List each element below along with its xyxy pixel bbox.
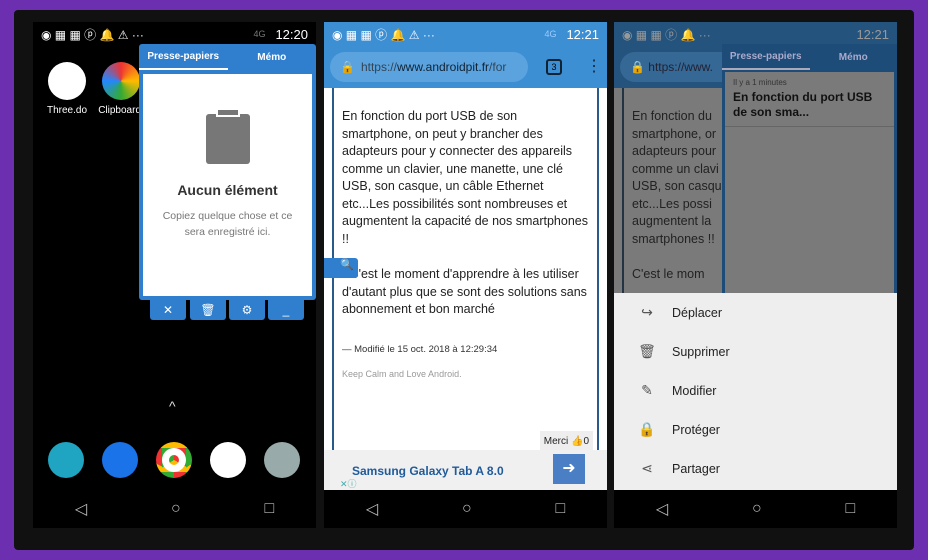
screen-clip-actions: ◉ ▦ ▦ ⓟ 🔔 ··· 12:21 🔒 https://www. En fon… bbox=[614, 22, 897, 528]
browser-toolbar: 🔒 https://www.androidpit.fr/for 3 ⋮ bbox=[324, 46, 607, 88]
paragraph: C'est le moment d'apprendre à les utilis… bbox=[342, 267, 587, 316]
home-icon[interactable]: ○ bbox=[171, 500, 181, 518]
arrow-right-icon[interactable]: ➜ bbox=[553, 454, 585, 484]
ad-banner[interactable]: Samsung Galaxy Tab A 8.0 ➜ ✕ⓘ bbox=[324, 450, 607, 490]
photos-icon[interactable] bbox=[210, 442, 246, 478]
share-icon: ⋖ bbox=[641, 460, 653, 476]
empty-title: Aucun élément bbox=[177, 182, 278, 198]
status-bar: ◉ ▦ ▦ ⓟ 🔔 ⚠ ··· 4G 12:21 bbox=[324, 22, 607, 46]
modified-date: — Modifié le 15 oct. 2018 à 12:29:34 bbox=[342, 343, 498, 355]
app-label: Three.do bbox=[46, 105, 88, 116]
action-label: Déplacer bbox=[672, 305, 723, 320]
action-protect[interactable]: 🔒 Protéger bbox=[614, 410, 897, 449]
paragraph: En fonction du port USB de son smartphon… bbox=[342, 109, 588, 246]
settings-button[interactable]: ⚙ bbox=[229, 300, 265, 320]
url-domain: www.androidpit.fr bbox=[396, 60, 490, 74]
clip-item[interactable]: Il y a 1 minutes En fonction du port USB… bbox=[725, 72, 894, 127]
ad-text: Samsung Galaxy Tab A 8.0 bbox=[352, 464, 504, 478]
status-bar: ◉ ▦ ▦ ⓟ 🔔 ··· 12:21 bbox=[614, 22, 897, 46]
back-icon[interactable]: ◁ bbox=[656, 499, 668, 519]
recents-icon[interactable]: □ bbox=[555, 500, 565, 518]
network: 4G bbox=[253, 29, 266, 39]
trash-icon: 🗑 bbox=[638, 343, 656, 359]
tab-memo[interactable]: Mémo bbox=[810, 44, 898, 70]
url-bar[interactable]: 🔒 https://www.androidpit.fr/for bbox=[330, 52, 528, 82]
chrome-icon[interactable] bbox=[156, 442, 192, 478]
recents-icon[interactable]: □ bbox=[845, 500, 855, 518]
app-drawer-chevron[interactable]: ^ bbox=[169, 398, 176, 414]
action-share[interactable]: ⋖ Partager bbox=[614, 449, 897, 488]
minimize-button[interactable]: _ bbox=[268, 300, 304, 320]
search-bubble-icon[interactable]: 🔍 bbox=[324, 258, 358, 278]
share-arrow-icon: ↪ bbox=[641, 304, 653, 320]
back-icon[interactable]: ◁ bbox=[75, 499, 87, 519]
pencil-icon: ✎ bbox=[641, 382, 653, 398]
action-label: Supprimer bbox=[672, 344, 730, 359]
web-page: En fonction du port USB de son smartphon… bbox=[324, 88, 607, 490]
action-label: Partager bbox=[672, 461, 720, 476]
thanks-count: 0 bbox=[583, 436, 589, 447]
home-icon[interactable]: ○ bbox=[752, 500, 762, 518]
tab-memo[interactable]: Mémo bbox=[228, 44, 317, 70]
clip-text: En fonction du port USB de son sma... bbox=[733, 90, 873, 119]
lock-icon: 🔒 bbox=[340, 60, 355, 74]
tab-presse-papiers[interactable]: Presse-papiers bbox=[722, 44, 810, 70]
nav-bar: ◁ ○ □ bbox=[33, 490, 316, 528]
delete-button[interactable]: 🗑 bbox=[190, 300, 226, 320]
action-edit[interactable]: ✎ Modifier bbox=[614, 371, 897, 410]
clock: 12:21 bbox=[566, 26, 599, 42]
home-icon[interactable]: ○ bbox=[462, 500, 472, 518]
nav-bar: ◁ ○ □ bbox=[324, 490, 607, 528]
action-label: Modifier bbox=[672, 383, 717, 398]
signature: Keep Calm and Love Android. bbox=[342, 369, 462, 379]
clipboard-panel: Presse-papiers Mémo Aucun élément Copiez … bbox=[139, 44, 316, 300]
app-three-do[interactable] bbox=[48, 62, 86, 100]
screen-home: ◉ ▦ ▦ ⓟ 🔔 ⚠ ··· 4G 12:20 Three.do Clipboar… bbox=[33, 22, 316, 528]
network: 4G bbox=[544, 29, 557, 39]
camera-icon[interactable] bbox=[264, 442, 300, 478]
screen-browser: ◉ ▦ ▦ ⓟ 🔔 ⚠ ··· 4G 12:21 🔒 https://www.andr… bbox=[324, 22, 607, 528]
nav-bar: ◁ ○ □ bbox=[614, 490, 897, 528]
close-button[interactable]: ✕ bbox=[150, 300, 186, 320]
messages-icon[interactable] bbox=[102, 442, 138, 478]
clipboard-icon bbox=[205, 108, 250, 164]
recents-icon[interactable]: □ bbox=[264, 500, 274, 518]
app-clipboard[interactable] bbox=[102, 62, 140, 100]
url-prefix: https:// bbox=[360, 60, 397, 74]
tab-presse-papiers[interactable]: Presse-papiers bbox=[139, 44, 228, 70]
clip-time: Il y a 1 minutes bbox=[733, 78, 787, 87]
url-suffix: /for bbox=[489, 60, 507, 74]
empty-text: Copiez quelque chose et ce sera enregist… bbox=[162, 210, 293, 238]
notification-icons: ◉ ▦ ▦ ⓟ 🔔 ··· bbox=[622, 27, 711, 42]
action-label: Protéger bbox=[672, 422, 720, 437]
clock: 12:20 bbox=[275, 26, 308, 42]
action-move[interactable]: ↪ Déplacer bbox=[614, 293, 897, 332]
status-bar: ◉ ▦ ▦ ⓟ 🔔 ⚠ ··· 4G 12:20 bbox=[33, 22, 316, 46]
clipboard-panel: Presse-papiers Mémo Il y a 1 minutes En f… bbox=[722, 44, 897, 294]
ad-choices-icon[interactable]: ✕ⓘ bbox=[340, 477, 357, 490]
action-delete[interactable]: 🗑 Supprimer bbox=[614, 332, 897, 371]
clock: 12:21 bbox=[856, 26, 889, 42]
paragraph: En fonction du smartphone, or adapteurs … bbox=[632, 109, 722, 246]
back-icon[interactable]: ◁ bbox=[366, 499, 378, 519]
action-sheet: ↪ Déplacer 🗑 Supprimer ✎ Modifier 🔒 Protéger… bbox=[614, 293, 897, 490]
lock-icon: 🔒 bbox=[638, 421, 656, 437]
notification-icons: ◉ ▦ ▦ ⓟ 🔔 ⚠ ··· bbox=[41, 27, 144, 42]
menu-icon[interactable]: ⋮ bbox=[586, 56, 602, 76]
tab-count[interactable]: 3 bbox=[546, 59, 562, 75]
thumbs-up-icon: 👍 bbox=[570, 436, 584, 447]
thanks-label: Merci bbox=[543, 436, 569, 447]
phone-icon[interactable] bbox=[48, 442, 84, 478]
notification-icons: ◉ ▦ ▦ ⓟ 🔔 ⚠ ··· bbox=[332, 27, 435, 42]
